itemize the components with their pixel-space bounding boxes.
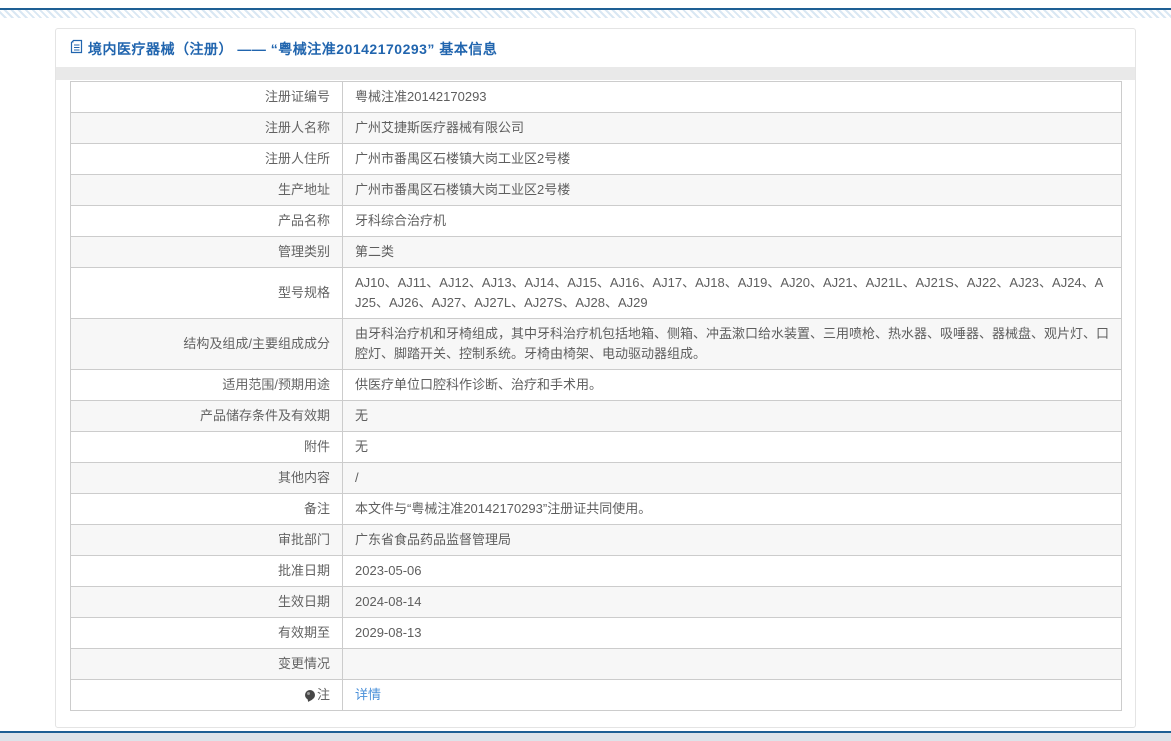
row-label: 生产地址: [70, 174, 343, 206]
note-icon: [304, 690, 315, 700]
table-row: 批准日期 2023-05-06: [70, 555, 1122, 587]
row-value: 牙科综合治疗机: [342, 205, 1122, 237]
table-row: 审批部门 广东省食品药品监督管理局: [70, 524, 1122, 556]
table-wrap: 注册证编号 粤械注准20142170293 注册人名称 广州艾捷斯医疗器械有限公司 注册…: [70, 81, 1122, 711]
table-row: 型号规格 AJ10、AJ11、AJ12、AJ13、AJ14、AJ15、AJ16、A…: [70, 267, 1122, 319]
row-value: 粤械注准20142170293: [342, 81, 1122, 113]
row-value: 无: [342, 431, 1122, 463]
row-label: 产品储存条件及有效期: [70, 400, 343, 432]
document-icon: [70, 39, 84, 59]
top-decor: [0, 0, 1171, 18]
row-label: 产品名称: [70, 205, 343, 237]
bottom-strip: [0, 733, 1171, 741]
table-row: 注册人住所 广州市番禺区石楼镇大岗工业区2号楼: [70, 143, 1122, 175]
row-value: 详情: [342, 679, 1122, 711]
top-hatch-band: [0, 10, 1171, 18]
table-row: 备注 本文件与“粤械注准20142170293”注册证共同使用。: [70, 493, 1122, 525]
row-label: 变更情况: [70, 648, 343, 680]
row-label: 有效期至: [70, 617, 343, 649]
row-label: 批准日期: [70, 555, 343, 587]
table-row: 其他内容 /: [70, 462, 1122, 494]
row-label: 管理类别: [70, 236, 343, 268]
table-row: 变更情况: [70, 648, 1122, 680]
row-value: 由牙科治疗机和牙椅组成，其中牙科治疗机包括地箱、侧箱、冲盂漱口给水装置、三用喷枪…: [342, 318, 1122, 370]
table-row: 结构及组成/主要组成成分 由牙科治疗机和牙椅组成，其中牙科治疗机包括地箱、侧箱、冲…: [70, 318, 1122, 370]
top-white-strip: [0, 0, 1171, 8]
row-label: 型号规格: [70, 267, 343, 319]
row-value: 2029-08-13: [342, 617, 1122, 649]
row-label: 结构及组成/主要组成成分: [70, 318, 343, 370]
row-value: 2024-08-14: [342, 586, 1122, 618]
row-value: /: [342, 462, 1122, 494]
table-row: 适用范围/预期用途 供医疗单位口腔科作诊断、治疗和手术用。: [70, 369, 1122, 401]
row-value: 2023-05-06: [342, 555, 1122, 587]
bottom-decor: [0, 731, 1171, 741]
card-header: 境内医疗器械（注册） —— “粤械注准20142170293” 基本信息: [56, 29, 1135, 67]
table-row: 产品名称 牙科综合治疗机: [70, 205, 1122, 237]
row-value: 第二类: [342, 236, 1122, 268]
table-row: 注册证编号 粤械注准20142170293: [70, 81, 1122, 113]
row-label: 其他内容: [70, 462, 343, 494]
row-label: 审批部门: [70, 524, 343, 556]
row-value: 广东省食品药品监督管理局: [342, 524, 1122, 556]
header-divider-band: [56, 67, 1135, 80]
row-value: [342, 648, 1122, 680]
info-card: 境内医疗器械（注册） —— “粤械注准20142170293” 基本信息 注册证…: [55, 28, 1136, 728]
row-label: 注册人住所: [70, 143, 343, 175]
table-row: 生产地址 广州市番禺区石楼镇大岗工业区2号楼: [70, 174, 1122, 206]
row-value: 本文件与“粤械注准20142170293”注册证共同使用。: [342, 493, 1122, 525]
info-table-body: 注册证编号 粤械注准20142170293 注册人名称 广州艾捷斯医疗器械有限公司 注册…: [70, 81, 1122, 711]
row-value: 无: [342, 400, 1122, 432]
row-label: 注: [70, 679, 343, 711]
row-label: 注册证编号: [70, 81, 343, 113]
row-label: 适用范围/预期用途: [70, 369, 343, 401]
table-row: 有效期至 2029-08-13: [70, 617, 1122, 649]
registration-info-table: 注册证编号 粤械注准20142170293 注册人名称 广州艾捷斯医疗器械有限公司 注册…: [70, 81, 1122, 711]
row-label: 注册人名称: [70, 112, 343, 144]
row-value: 广州艾捷斯医疗器械有限公司: [342, 112, 1122, 144]
table-row: 生效日期 2024-08-14: [70, 586, 1122, 618]
table-row: 管理类别 第二类: [70, 236, 1122, 268]
row-label: 附件: [70, 431, 343, 463]
table-row: 注详情: [70, 679, 1122, 711]
row-value: 广州市番禺区石楼镇大岗工业区2号楼: [342, 143, 1122, 175]
row-label: 生效日期: [70, 586, 343, 618]
page-title: 境内医疗器械（注册） —— “粤械注准20142170293” 基本信息: [88, 40, 498, 57]
row-value: 广州市番禺区石楼镇大岗工业区2号楼: [342, 174, 1122, 206]
detail-link[interactable]: 详情: [355, 687, 381, 702]
table-row: 附件无: [70, 431, 1122, 463]
table-row: 产品储存条件及有效期无: [70, 400, 1122, 432]
table-row: 注册人名称 广州艾捷斯医疗器械有限公司: [70, 112, 1122, 144]
row-value: 供医疗单位口腔科作诊断、治疗和手术用。: [342, 369, 1122, 401]
row-label: 备注: [70, 493, 343, 525]
row-value: AJ10、AJ11、AJ12、AJ13、AJ14、AJ15、AJ16、AJ17、…: [342, 267, 1122, 319]
